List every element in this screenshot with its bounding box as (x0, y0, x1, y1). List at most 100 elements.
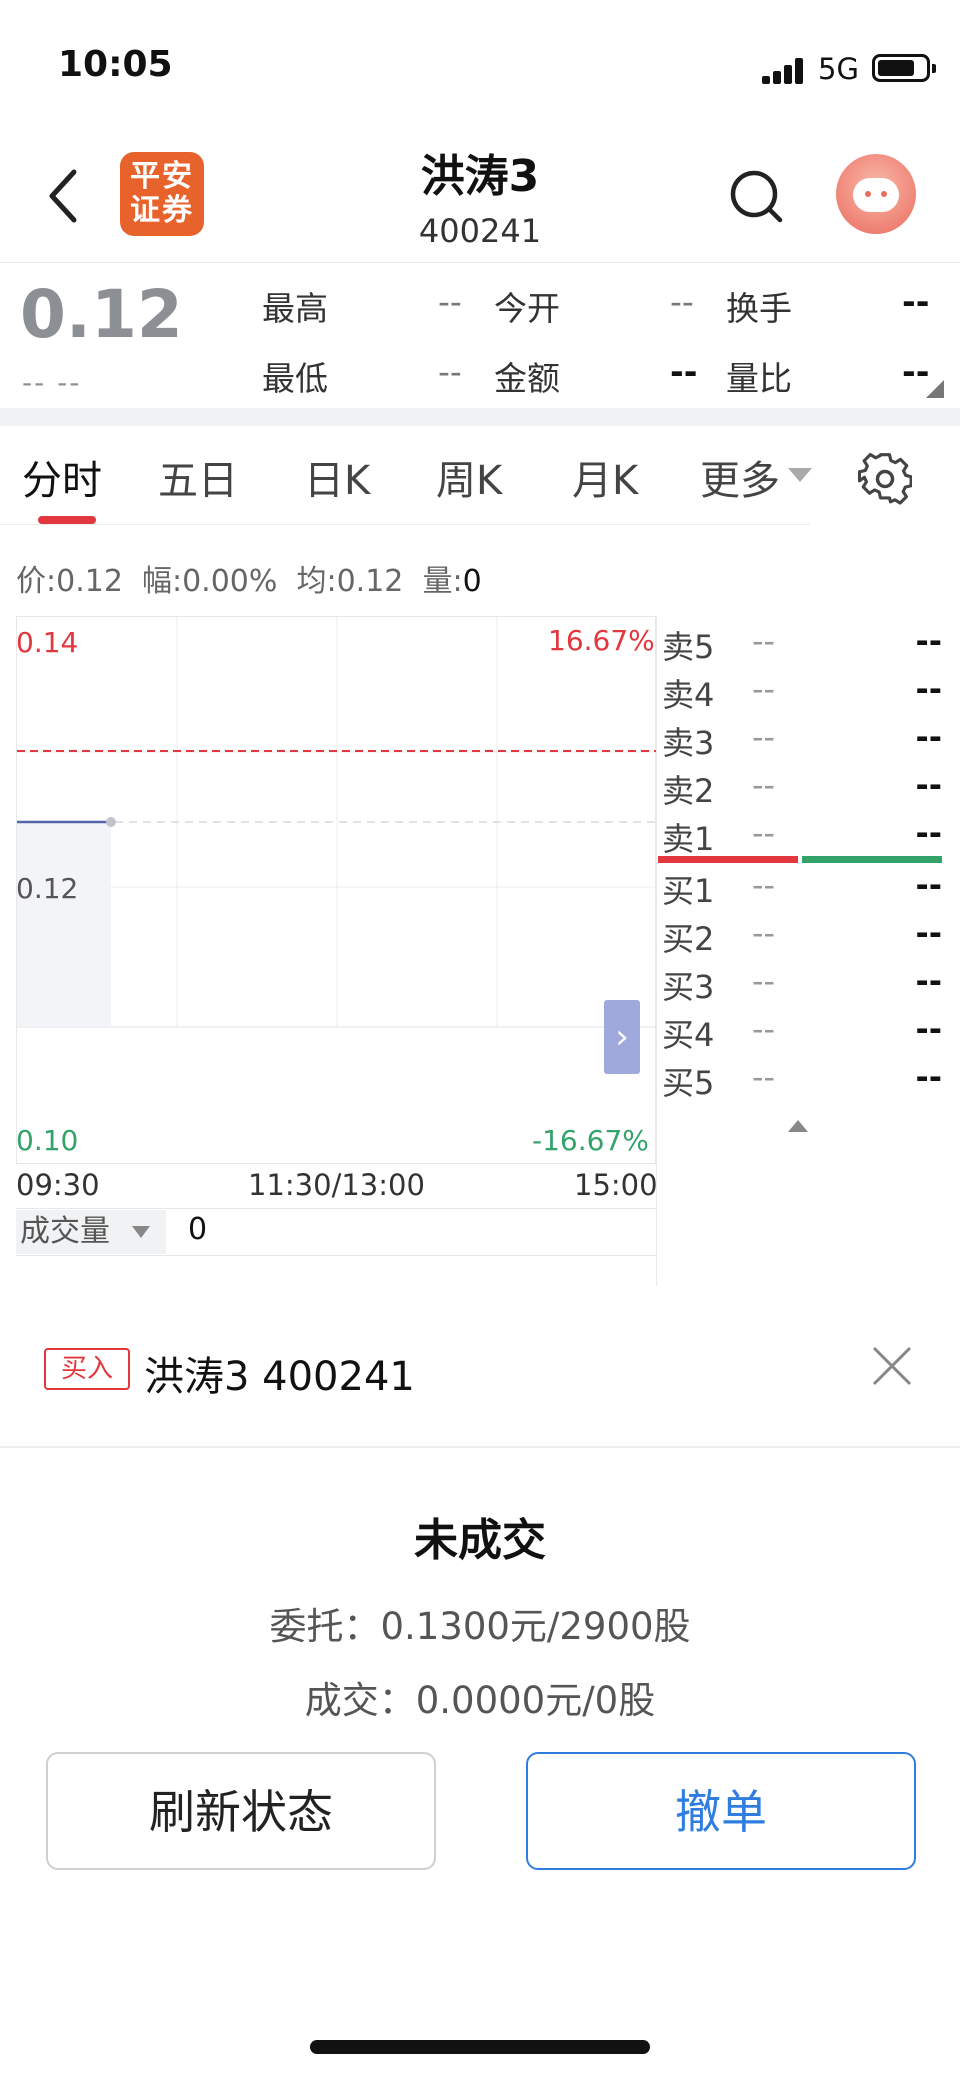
logo-text-line1: 平安 (130, 159, 194, 194)
value-amount: -- (670, 352, 698, 391)
label-amount: 金额 (494, 359, 560, 398)
bid-price: -- (752, 1058, 776, 1096)
tab-intraday[interactable]: 分时 (22, 448, 102, 506)
bid-price: -- (752, 914, 776, 952)
bid-label: 买4 (662, 1016, 715, 1054)
bid-label: 买1 (662, 872, 715, 910)
expand-corner-icon[interactable] (926, 380, 944, 398)
entrust-label: 委托： (269, 1605, 381, 1648)
divider (0, 262, 960, 263)
back-icon[interactable] (44, 166, 84, 226)
ask-row: 卖1 -- -- (662, 814, 960, 862)
order-status: 未成交 (414, 1515, 546, 1566)
network-label: 5G (818, 52, 859, 86)
bid-volume: -- (915, 1058, 942, 1096)
ask-volume: -- (915, 622, 942, 660)
bid-volume: -- (915, 866, 942, 904)
info-price-label: 价: (16, 564, 57, 599)
ask-bar (658, 856, 798, 863)
bid-row: 买3 -- -- (662, 962, 960, 1010)
chevron-down-icon[interactable] (788, 468, 812, 482)
home-indicator[interactable] (310, 2040, 650, 2054)
buy-tag: 买入 (44, 1348, 130, 1390)
intraday-chart[interactable] (16, 616, 657, 1164)
bid-label: 买2 (662, 920, 715, 958)
entrust-value: 0.1300元/2900股 (380, 1605, 691, 1648)
bid-label: 买3 (662, 968, 715, 1006)
x-tick-midday: 11:30/13:00 (248, 1168, 425, 1202)
bid-row: 买1 -- -- (662, 866, 960, 914)
chevron-down-icon[interactable] (132, 1226, 150, 1238)
y-tick-bottom: 0.10 (16, 1124, 79, 1157)
divider (0, 1446, 960, 1448)
ask-row: 卖4 -- -- (662, 670, 960, 718)
section-divider (0, 408, 960, 426)
assistant-avatar[interactable] (836, 154, 916, 234)
value-low: -- (438, 352, 462, 391)
order-title: 洪涛3 400241 (144, 1354, 415, 1400)
expand-orderbook-button[interactable]: › (604, 1000, 640, 1074)
price-change: -- -- (22, 366, 82, 399)
volume-value: 0 (188, 1212, 208, 1247)
brand-logo[interactable]: 平安 证券 (120, 152, 204, 236)
ask-row: 卖2 -- -- (662, 766, 960, 814)
x-tick-open: 09:30 (16, 1168, 100, 1202)
bid-volume: -- (915, 962, 942, 1000)
search-icon[interactable] (728, 168, 784, 224)
bid-price: -- (752, 962, 776, 1000)
signal-icon (762, 58, 806, 84)
ask-price: -- (752, 670, 776, 708)
price-area (17, 822, 111, 1027)
y-tick-mid: 0.12 (16, 872, 79, 905)
current-price: 0.12 (20, 276, 183, 353)
gear-icon[interactable] (858, 452, 912, 506)
battery-icon (872, 54, 936, 82)
x-tick-close: 15:00 (574, 1168, 658, 1202)
cancel-order-button[interactable]: 撤单 (526, 1752, 916, 1870)
ask-price: -- (752, 814, 776, 852)
value-open: -- (670, 282, 694, 321)
info-amp: 0.00% (182, 564, 278, 599)
stock-code: 400241 (418, 212, 542, 250)
info-avg: 0.12 (336, 564, 404, 599)
y-pct-top: 16.67% (548, 624, 655, 657)
ask-label: 卖4 (662, 676, 715, 714)
volume-label: 成交量 (20, 1214, 110, 1249)
deal-value: 0.0000元/0股 (415, 1679, 656, 1722)
label-high: 最高 (262, 289, 328, 328)
tab-more[interactable]: 更多 (700, 448, 780, 506)
tab-monthly-k[interactable]: 月K (572, 448, 638, 506)
chart-canvas (17, 617, 657, 1028)
bid-price: -- (752, 1010, 776, 1048)
label-open: 今开 (494, 289, 560, 328)
info-price: 0.12 (56, 564, 123, 599)
ask-label: 卖2 (662, 772, 715, 810)
chevron-up-icon[interactable] (788, 1120, 808, 1132)
ask-label: 卖3 (662, 724, 715, 762)
tab-weekly-k[interactable]: 周K (436, 448, 502, 506)
ask-volume: -- (915, 718, 942, 756)
bid-volume: -- (915, 1010, 942, 1048)
price-point (106, 817, 116, 827)
status-time: 10:05 (58, 44, 173, 85)
deal-label: 成交： (304, 1679, 416, 1722)
info-vol-label: 量: (422, 564, 463, 599)
logo-text-line2: 证券 (130, 193, 194, 228)
tab-daily-k[interactable]: 日K (304, 448, 370, 506)
ask-volume: -- (915, 766, 942, 804)
value-turnover: -- (902, 282, 930, 321)
deal-detail: 成交：0.0000元/0股 (0, 1670, 960, 1724)
tab-divider (0, 524, 810, 525)
bid-label: 买5 (662, 1064, 715, 1102)
info-amp-label: 幅: (141, 564, 183, 599)
y-pct-bottom: -16.67% (532, 1124, 649, 1157)
ask-volume: -- (915, 814, 942, 852)
stock-name: 洪涛3 (420, 151, 540, 202)
info-vol: 0 (462, 564, 482, 599)
bid-row: 买2 -- -- (662, 914, 960, 962)
ask-row: 卖3 -- -- (662, 718, 960, 766)
tab-five-day[interactable]: 五日 (158, 448, 238, 506)
close-icon[interactable] (870, 1344, 914, 1388)
refresh-status-button[interactable]: 刷新状态 (46, 1752, 436, 1870)
divider (656, 616, 657, 1286)
